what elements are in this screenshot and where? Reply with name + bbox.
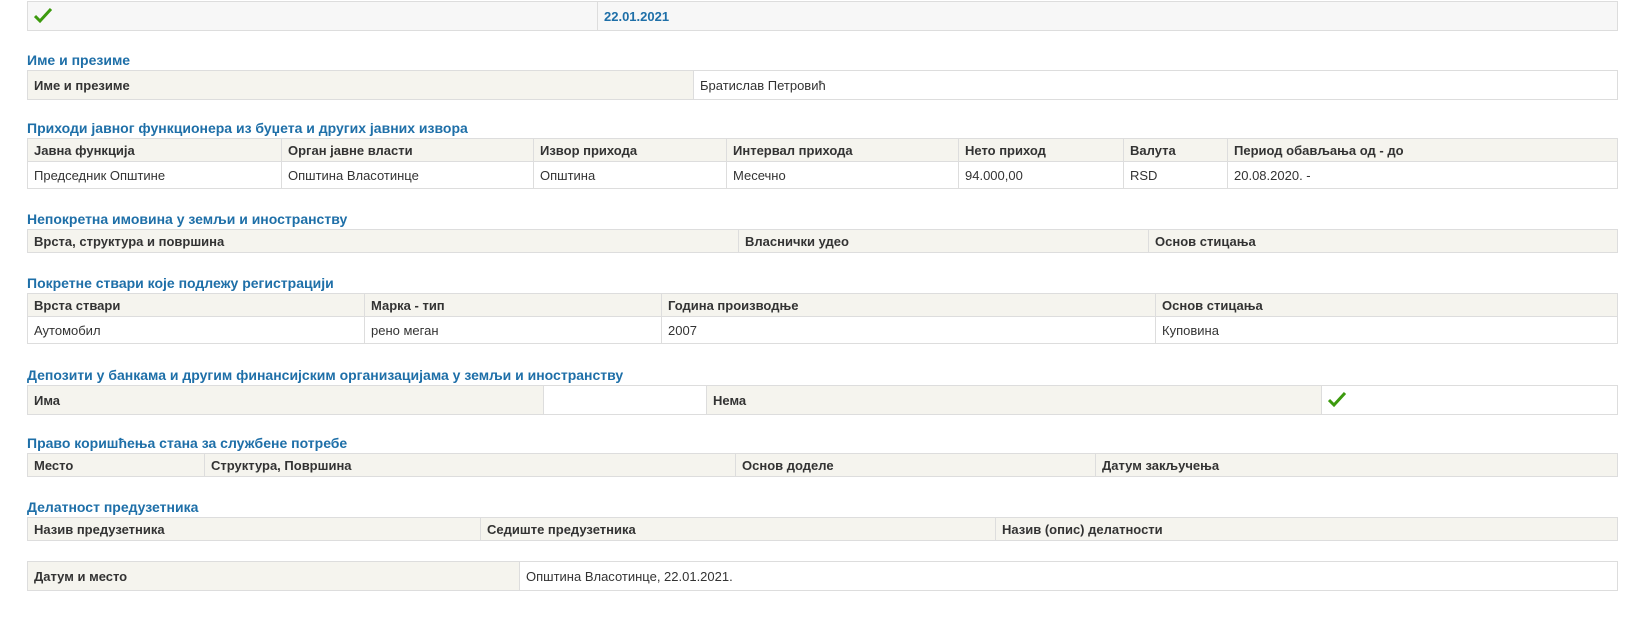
business-header: Седиште предузетника [480, 517, 996, 541]
section-title-movables: Покретне ствари које подлежу регистрациј… [27, 275, 334, 291]
check-icon [1328, 392, 1346, 408]
section-title-real-estate: Непокретна имовина у земљи и иностранств… [27, 211, 348, 227]
deposits-table: Има Нема [27, 385, 1618, 415]
movables-cell: 2007 [661, 316, 1156, 344]
deposits-has-value [543, 385, 707, 415]
income-cell: Општина [533, 161, 727, 189]
income-cell: RSD [1123, 161, 1228, 189]
income-cell: 94.000,00 [958, 161, 1124, 189]
top-check-cell [27, 1, 598, 31]
movables-header: Врста ствари [27, 293, 365, 317]
business-header: Назив предузетника [27, 517, 481, 541]
check-icon [34, 8, 52, 24]
top-status-table: 22.01.2021 [27, 1, 1618, 31]
income-header: Орган јавне власти [281, 138, 534, 162]
section-title-name: Име и презиме [27, 52, 131, 68]
name-label: Име и презиме [27, 70, 694, 100]
income-header: Нето приход [958, 138, 1124, 162]
movables-cell: рено меган [364, 316, 662, 344]
apartment-header: Основ доделе [735, 453, 1096, 477]
apartment-table: Место Структура, Површина Основ доделе Д… [27, 453, 1618, 477]
section-title-business: Делатност предузетника [27, 499, 199, 515]
income-header: Интервал прихода [726, 138, 959, 162]
income-cell: Председник Општине [27, 161, 282, 189]
movables-header: Основ стицања [1155, 293, 1618, 317]
name-table: Име и презиме Братислав Петровић [27, 70, 1618, 100]
deposits-none-label: Нема [706, 385, 1322, 415]
income-cell: 20.08.2020. - [1227, 161, 1618, 189]
income-cell: Општина Власотинце [281, 161, 534, 189]
table-row: Аутомобил рено меган 2007 Куповина [27, 316, 1618, 344]
table-row: Председник Општине Општина Власотинце Оп… [27, 161, 1618, 189]
apartment-header: Место [27, 453, 205, 477]
declaration-date: 22.01.2021 [597, 1, 1618, 31]
apartment-header: Структура, Површина [204, 453, 736, 477]
income-header: Период обављања од - до [1227, 138, 1618, 162]
business-header: Назив (опис) делатности [995, 517, 1618, 541]
name-value: Братислав Петровић [693, 70, 1618, 100]
footer-table: Датум и место Општина Власотинце, 22.01.… [27, 561, 1618, 591]
real-estate-header: Врста, структура и површина [27, 229, 739, 253]
real-estate-table: Врста, структура и површина Власнички уд… [27, 229, 1618, 253]
section-title-income: Приходи јавног функционера из буџета и д… [27, 120, 468, 136]
footer-value: Општина Власотинце, 22.01.2021. [519, 561, 1618, 591]
section-title-deposits: Депозити у банкама и другим финансијским… [27, 367, 624, 383]
movables-cell: Аутомобил [27, 316, 365, 344]
income-header: Јавна функција [27, 138, 282, 162]
income-cell: Месечно [726, 161, 959, 189]
movables-header: Година производње [661, 293, 1156, 317]
section-title-apartment: Право коришћења стана за службене потреб… [27, 435, 348, 451]
income-header: Извор прихода [533, 138, 727, 162]
real-estate-header: Основ стицања [1148, 229, 1618, 253]
income-table: Јавна функција Орган јавне власти Извор … [27, 138, 1618, 189]
deposits-none-value [1321, 385, 1618, 415]
business-table: Назив предузетника Седиште предузетника … [27, 517, 1618, 541]
deposits-has-label: Има [27, 385, 544, 415]
footer-label: Датум и место [27, 561, 520, 591]
apartment-header: Датум закључења [1095, 453, 1618, 477]
income-header: Валута [1123, 138, 1228, 162]
real-estate-header: Власнички удео [738, 229, 1149, 253]
movables-cell: Куповина [1155, 316, 1618, 344]
movables-header: Марка - тип [364, 293, 662, 317]
movables-table: Врста ствари Марка - тип Година производ… [27, 293, 1618, 344]
